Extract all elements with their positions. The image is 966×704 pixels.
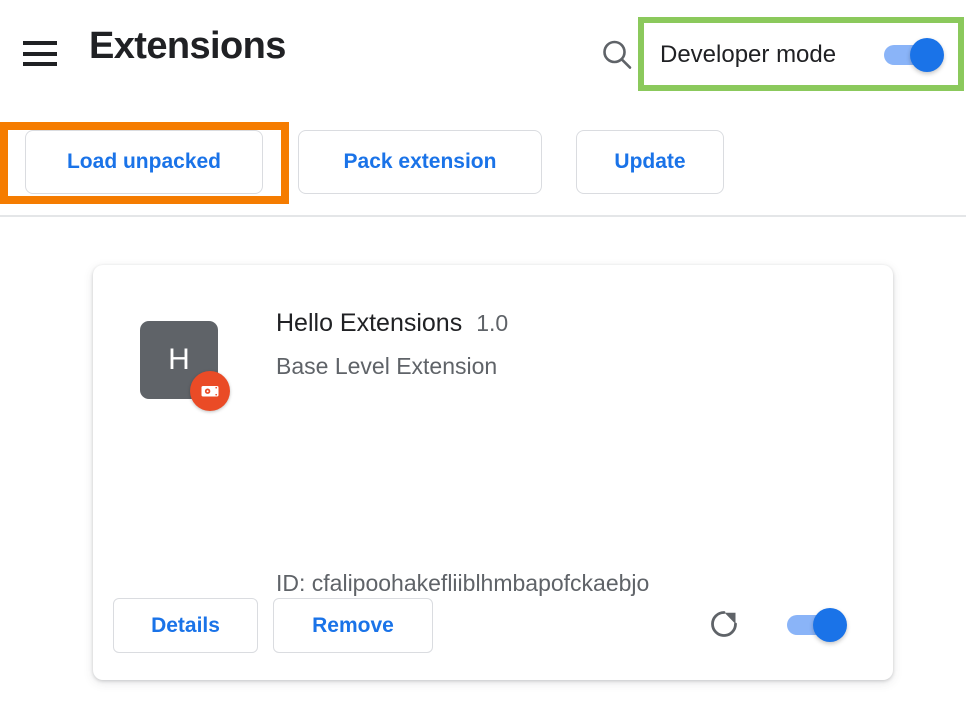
update-button[interactable]: Update — [576, 130, 724, 194]
extension-description: Base Level Extension — [276, 353, 498, 379]
page-title: Extensions — [89, 25, 286, 67]
extension-icon-wrapper: H — [140, 321, 230, 411]
hamburger-bar — [23, 62, 57, 66]
extension-enabled-toggle[interactable] — [787, 608, 847, 642]
remove-button[interactable]: Remove — [273, 598, 433, 653]
top-toolbar: Extensions Developer mode — [0, 0, 966, 108]
hamburger-bar — [23, 41, 57, 45]
extension-name: Hello Extensions — [276, 309, 463, 337]
developer-mode-toggle[interactable] — [884, 38, 944, 72]
hamburger-bar — [23, 51, 57, 56]
extensions-content-area: H Hello Extensions 1.0 Base Level Extens… — [0, 217, 966, 704]
pack-extension-button[interactable]: Pack extension — [298, 130, 542, 194]
extension-version: 1.0 — [476, 310, 509, 336]
developer-mode-row: Developer mode — [660, 34, 944, 76]
developer-mode-label: Developer mode — [660, 41, 837, 68]
load-unpacked-button[interactable]: Load unpacked — [25, 130, 263, 194]
unpacked-extension-badge-icon — [190, 371, 230, 411]
search-icon[interactable] — [598, 36, 636, 74]
hamburger-menu-icon[interactable] — [23, 41, 57, 66]
reload-icon[interactable] — [702, 602, 746, 646]
toggle-knob — [910, 38, 944, 72]
actions-bar: Load unpacked Pack extension Update — [0, 108, 966, 215]
extension-title-row: Hello Extensions 1.0 — [276, 309, 508, 338]
extension-card: H Hello Extensions 1.0 Base Level Extens… — [93, 265, 893, 680]
details-button[interactable]: Details — [113, 598, 258, 653]
extension-card-footer: Details Remove — [93, 584, 893, 680]
toggle-knob — [813, 608, 847, 642]
